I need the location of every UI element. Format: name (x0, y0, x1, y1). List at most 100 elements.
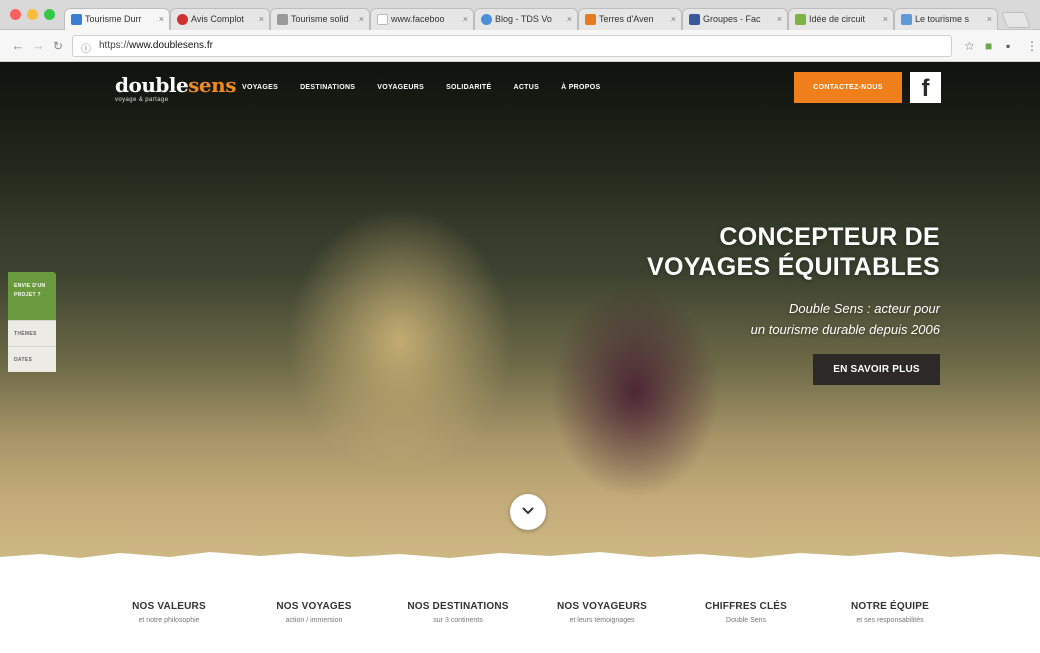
tab-favicon-icon (585, 14, 596, 25)
nav-item-voyages[interactable]: VOYAGES (242, 84, 278, 91)
tab-favicon-icon (481, 14, 492, 25)
feature-subtitle: et ses responsabilités (856, 617, 924, 624)
tab-label: Le tourisme s (915, 14, 970, 24)
tab-favicon-icon (277, 14, 288, 25)
feature-link-voyageurs[interactable]: NOS VOYAGEURS et leurs témoignages (527, 601, 677, 624)
browser-tab[interactable]: Terres d'Aven × (578, 8, 682, 30)
tab-close-icon[interactable]: × (567, 9, 572, 29)
tab-label: Idée de circuit (809, 14, 866, 24)
nav-item-actus[interactable]: ACTUS (513, 84, 539, 91)
site-logo[interactable]: doublesens voyage & partage (115, 74, 236, 103)
hero-subtitle: Double Sens : acteur pour un tourisme du… (751, 298, 940, 340)
tab-close-icon[interactable]: × (159, 9, 164, 29)
tab-close-icon[interactable]: × (671, 9, 676, 29)
back-icon[interactable]: ← (10, 37, 26, 55)
feature-subtitle: et leurs témoignages (569, 617, 635, 624)
feature-title: CHIFFRES CLÉS (704, 601, 788, 612)
tab-favicon-icon (689, 14, 700, 25)
feature-subtitle: sur 3 continents (433, 617, 483, 624)
tab-close-icon[interactable]: × (359, 9, 364, 29)
forward-icon[interactable]: → (30, 37, 46, 55)
tab-favicon-icon (71, 14, 82, 25)
chevron-down-icon (522, 507, 534, 515)
new-tab-button[interactable] (1001, 12, 1031, 28)
browser-toolbar: ← → ↻ ⓘ https://www.doublesens.fr ☆ ■ ▪ … (0, 30, 1040, 62)
maximize-window-button[interactable] (44, 9, 55, 20)
browser-tab[interactable]: Avis Complot × (170, 8, 270, 30)
hero-banner: doublesens voyage & partage VOYAGES DEST… (0, 62, 1040, 568)
tab-close-icon[interactable]: × (883, 9, 888, 29)
minimize-window-button[interactable] (27, 9, 38, 20)
feature-subtitle: Double Sens (725, 617, 767, 624)
tab-favicon-icon (795, 14, 806, 25)
side-tab-panel: ENVIE D'UN PROJET ? THÈMES DATES (8, 272, 56, 372)
torn-paper-edge (0, 552, 1040, 568)
bookmark-star-icon[interactable]: ☆ (964, 38, 975, 54)
hero-subtitle-line: Double Sens : acteur pour (788, 301, 940, 316)
tab-label: Avis Complot (191, 14, 244, 24)
feature-link-equipe[interactable]: NOTRE ÉQUIPE et ses responsabilités (815, 601, 965, 624)
feature-link-destinations[interactable]: NOS DESTINATIONS sur 3 continents (383, 601, 533, 624)
tab-close-icon[interactable]: × (777, 9, 782, 29)
side-tab-project[interactable]: ENVIE D'UN PROJET ? (8, 272, 56, 320)
nav-item-destinations[interactable]: DESTINATIONS (300, 84, 355, 91)
nav-item-voyageurs[interactable]: VOYAGEURS (377, 84, 424, 91)
side-tab-themes[interactable]: THÈMES (8, 320, 56, 346)
facebook-icon[interactable]: f (910, 72, 941, 103)
main-nav: VOYAGES DESTINATIONS VOYAGEURS SOLIDARIT… (242, 84, 622, 91)
learn-more-button[interactable]: EN SAVOIR PLUS (813, 354, 940, 385)
browser-tab[interactable]: Tourisme Durr × (64, 8, 170, 30)
tab-label: Blog - TDS Vo (495, 14, 552, 24)
browser-tab[interactable]: www.faceboo × (370, 8, 474, 30)
menu-icon[interactable]: ⋮ (1026, 38, 1038, 54)
reload-icon[interactable]: ↻ (50, 37, 66, 55)
feature-link-voyages[interactable]: NOS VOYAGES action / immersion (239, 601, 389, 624)
url-scheme: https:// (99, 40, 130, 51)
browser-tab[interactable]: Blog - TDS Vo × (474, 8, 578, 30)
scroll-down-button[interactable] (510, 494, 546, 530)
tab-label: www.faceboo (391, 14, 445, 24)
tab-favicon-icon (177, 14, 188, 25)
browser-tab[interactable]: Tourisme solid × (270, 8, 370, 30)
browser-tab-bar: Tourisme Durr × Avis Complot × Tourisme … (0, 0, 1040, 30)
tab-label: Tourisme Durr (85, 14, 142, 24)
tab-close-icon[interactable]: × (987, 9, 992, 29)
feature-link-chiffres[interactable]: CHIFFRES CLÉS Double Sens (671, 601, 821, 624)
address-bar[interactable]: ⓘ https://www.doublesens.fr (72, 35, 952, 57)
tab-close-icon[interactable]: × (463, 9, 468, 29)
extension-icon[interactable]: ■ (985, 38, 992, 54)
feature-title: NOS VALEURS (132, 601, 206, 612)
browser-tab[interactable]: Le tourisme s × (894, 8, 998, 30)
contact-button[interactable]: CONTACTEZ-NOUS (794, 72, 902, 103)
side-tab-dates[interactable]: DATES (8, 346, 56, 372)
feature-title: NOTRE ÉQUIPE (851, 601, 929, 612)
hero-headline-line: VOYAGES ÉQUITABLES (647, 253, 940, 281)
nav-item-a-propos[interactable]: À PROPOS (561, 84, 600, 91)
logo-wordmark: doublesens (115, 74, 236, 96)
feature-link-valeurs[interactable]: NOS VALEURS et notre philosophie (94, 601, 244, 624)
tab-label: Tourisme solid (291, 14, 349, 24)
tab-favicon-icon (377, 14, 388, 25)
hero-headline-line: CONCEPTEUR DE (719, 223, 940, 251)
tab-favicon-icon (901, 14, 912, 25)
feature-subtitle: et notre philosophie (138, 617, 200, 624)
feature-links: NOS VALEURS et notre philosophie NOS VOY… (0, 568, 1040, 653)
browser-tab[interactable]: Idée de circuit × (788, 8, 894, 30)
close-window-button[interactable] (10, 9, 21, 20)
url-text: https://www.doublesens.fr (99, 40, 213, 51)
tab-close-icon[interactable]: × (259, 9, 264, 29)
logo-sens: sens (188, 73, 236, 97)
extension-icon[interactable]: ▪ (1006, 38, 1010, 54)
tab-label: Groupes - Fac (703, 14, 761, 24)
browser-tab[interactable]: Groupes - Fac × (682, 8, 788, 30)
feature-title: NOS VOYAGEURS (556, 601, 648, 612)
logo-double: double (115, 73, 189, 97)
tab-label: Terres d'Aven (599, 14, 654, 24)
logo-tagline: voyage & partage (115, 97, 169, 103)
hero-headline: CONCEPTEUR DE VOYAGES ÉQUITABLES (647, 222, 940, 282)
url-host: www.doublesens.fr (129, 40, 213, 51)
info-icon[interactable]: ⓘ (81, 40, 91, 55)
nav-item-solidarite[interactable]: SOLIDARITÉ (446, 84, 491, 91)
hero-subtitle-line: un tourisme durable depuis 2006 (750, 322, 940, 337)
feature-subtitle: action / immersion (285, 617, 343, 624)
